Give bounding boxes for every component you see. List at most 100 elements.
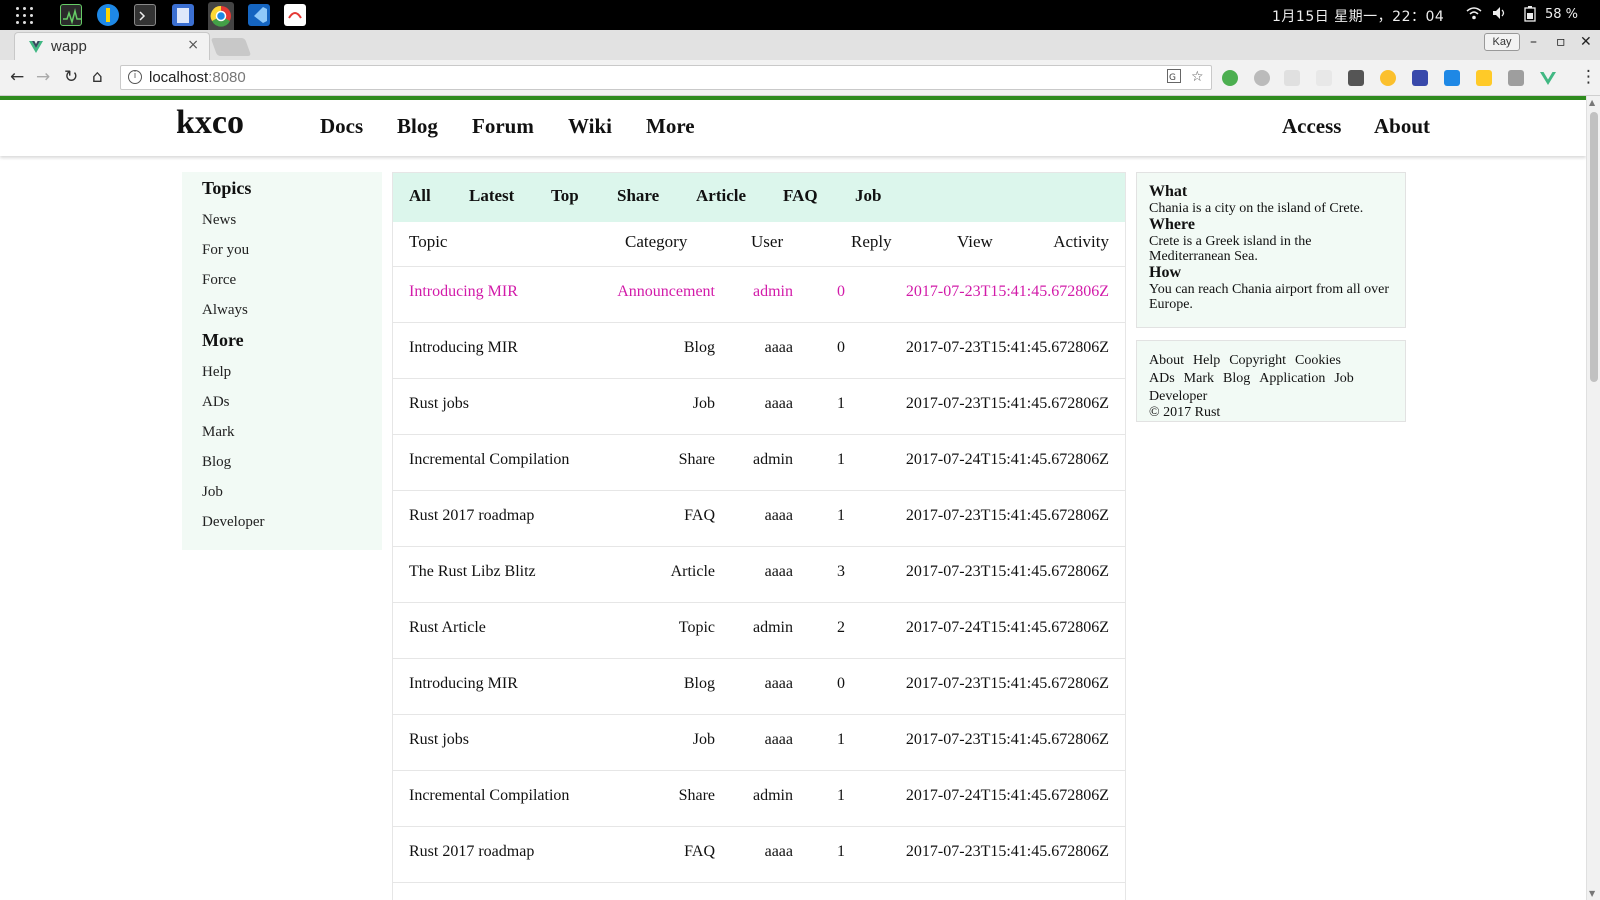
row-user[interactable]: admin bbox=[753, 451, 793, 469]
row-topic[interactable]: Rust jobs bbox=[409, 731, 469, 749]
footer-link-mark[interactable]: Mark bbox=[1184, 371, 1214, 386]
table-row[interactable]: Rust 2017 roadmap FAQ aaaa 1 2017-07-23T… bbox=[393, 826, 1125, 882]
clock[interactable]: 1月15日 星期一，22：04 bbox=[1272, 6, 1444, 26]
extension-icon[interactable] bbox=[1254, 70, 1270, 86]
row-topic[interactable]: Rust Article bbox=[409, 619, 486, 637]
row-category[interactable]: Job bbox=[693, 395, 715, 413]
extension-icon[interactable] bbox=[1284, 70, 1300, 86]
sidebar-item-for-you[interactable]: For you bbox=[202, 242, 249, 259]
chrome-icon[interactable] bbox=[208, 2, 234, 30]
browser-tab[interactable]: wapp × bbox=[14, 32, 210, 60]
info-icon[interactable]: i bbox=[128, 70, 142, 84]
vscode-icon[interactable] bbox=[248, 4, 270, 26]
volume-icon[interactable] bbox=[1492, 6, 1508, 24]
row-category[interactable]: Share bbox=[679, 787, 715, 805]
table-row[interactable]: Rust Article Topic admin 2 2017-07-24T15… bbox=[393, 602, 1125, 658]
nav-wiki[interactable]: Wiki bbox=[568, 114, 612, 139]
row-topic[interactable]: The Rust Libz Blitz bbox=[409, 563, 536, 581]
column-header-topic[interactable]: Topic bbox=[409, 232, 447, 252]
file-manager-icon[interactable] bbox=[172, 4, 194, 26]
tab-close-icon[interactable]: × bbox=[187, 37, 199, 53]
footer-link-help[interactable]: Help bbox=[1193, 353, 1220, 368]
nav-more[interactable]: More bbox=[646, 114, 695, 139]
scroll-thumb[interactable] bbox=[1590, 112, 1598, 382]
table-row[interactable]: The Rust Libz Blitz Article aaaa 3 2017-… bbox=[393, 546, 1125, 602]
row-user[interactable]: aaaa bbox=[765, 843, 793, 861]
nav-docs[interactable]: Docs bbox=[320, 114, 363, 139]
terminal-icon[interactable] bbox=[134, 4, 156, 26]
translate-icon[interactable]: G bbox=[1167, 69, 1181, 87]
footer-link-ads[interactable]: ADs bbox=[1149, 371, 1175, 386]
back-icon[interactable]: ← bbox=[10, 67, 24, 87]
row-user[interactable]: aaaa bbox=[765, 563, 793, 581]
forward-icon[interactable]: → bbox=[36, 67, 50, 87]
sidebar-item-job[interactable]: Job bbox=[202, 484, 223, 501]
row-category[interactable]: Article bbox=[671, 563, 715, 581]
bookmark-star-icon[interactable] bbox=[1476, 70, 1492, 86]
row-topic[interactable]: Rust 2017 roadmap bbox=[409, 507, 534, 525]
battery-icon[interactable] bbox=[1524, 6, 1536, 26]
row-topic[interactable]: Incremental Compilation bbox=[409, 451, 569, 469]
extension-icon[interactable] bbox=[1380, 70, 1396, 86]
nav-about[interactable]: About bbox=[1374, 114, 1430, 139]
sidebar-item-help[interactable]: Help bbox=[202, 364, 231, 381]
filter-share[interactable]: Share bbox=[617, 186, 659, 206]
footer-link-application[interactable]: Application bbox=[1259, 371, 1325, 386]
row-category[interactable]: FAQ bbox=[684, 843, 715, 861]
footer-link-cookies[interactable]: Cookies bbox=[1295, 353, 1341, 368]
extension-icon[interactable] bbox=[1444, 70, 1460, 86]
updater-app-icon[interactable] bbox=[97, 4, 119, 26]
row-category[interactable]: Blog bbox=[684, 675, 715, 693]
page-scrollbar[interactable]: ▲ ▼ bbox=[1586, 96, 1600, 900]
close-window-button[interactable]: ✕ bbox=[1580, 34, 1592, 50]
reload-icon[interactable]: ↻ bbox=[64, 67, 78, 87]
row-category[interactable]: Blog bbox=[684, 339, 715, 357]
row-category[interactable]: FAQ bbox=[684, 507, 715, 525]
profile-button[interactable]: Kay bbox=[1484, 33, 1520, 51]
footer-link-blog[interactable]: Blog bbox=[1223, 371, 1250, 386]
table-row[interactable]: Introducing MIR Announcement admin 0 201… bbox=[393, 266, 1125, 322]
row-user[interactable]: aaaa bbox=[765, 675, 793, 693]
row-user[interactable]: aaaa bbox=[765, 507, 793, 525]
footer-link-job[interactable]: Job bbox=[1334, 371, 1353, 386]
row-category[interactable]: Topic bbox=[679, 619, 715, 637]
footer-link-about[interactable]: About bbox=[1149, 353, 1184, 368]
extension-icon[interactable] bbox=[1508, 70, 1524, 86]
extension-icon[interactable] bbox=[1348, 70, 1364, 86]
site-logo[interactable]: kxco bbox=[176, 104, 244, 142]
column-header-category[interactable]: Category bbox=[625, 232, 687, 252]
address-bar[interactable]: i localhost:8080 G ☆ bbox=[120, 65, 1212, 90]
column-header-activity[interactable]: Activity bbox=[1053, 232, 1109, 252]
row-user[interactable]: admin bbox=[753, 283, 793, 301]
table-row[interactable]: Rust jobs Job aaaa 1 2017-07-23T15:41:45… bbox=[393, 714, 1125, 770]
new-tab-button[interactable] bbox=[210, 38, 252, 56]
filter-latest[interactable]: Latest bbox=[469, 186, 514, 206]
row-topic[interactable]: Introducing MIR bbox=[409, 339, 518, 357]
sidebar-item-news[interactable]: News bbox=[202, 212, 236, 229]
row-topic[interactable]: Introducing MIR bbox=[409, 283, 518, 301]
system-monitor-icon[interactable] bbox=[60, 4, 82, 26]
table-row[interactable]: Rust 2017 roadmap FAQ aaaa 1 2017-07-23T… bbox=[393, 490, 1125, 546]
row-category[interactable]: Job bbox=[693, 731, 715, 749]
maximize-window-button[interactable]: ▫ bbox=[1556, 34, 1566, 50]
filter-top[interactable]: Top bbox=[551, 186, 579, 206]
row-topic[interactable]: Rust jobs bbox=[409, 395, 469, 413]
row-user[interactable]: aaaa bbox=[765, 395, 793, 413]
column-header-reply[interactable]: Reply bbox=[851, 232, 892, 252]
row-topic[interactable]: Incremental Compilation bbox=[409, 787, 569, 805]
row-category[interactable]: Share bbox=[679, 451, 715, 469]
row-topic[interactable]: Introducing MIR bbox=[409, 675, 518, 693]
apps-grid-icon[interactable] bbox=[16, 7, 34, 25]
star-icon[interactable]: ☆ bbox=[1191, 69, 1204, 85]
extension-icon[interactable] bbox=[1412, 70, 1428, 86]
table-row[interactable]: Rust jobs Job aaaa 1 2017-07-23T15:41:45… bbox=[393, 378, 1125, 434]
row-user[interactable]: admin bbox=[753, 787, 793, 805]
extension-icon[interactable] bbox=[1222, 70, 1238, 86]
table-row[interactable] bbox=[393, 882, 1125, 900]
minimize-window-button[interactable]: – bbox=[1530, 34, 1537, 50]
table-row[interactable]: Introducing MIR Blog aaaa 0 2017-07-23T1… bbox=[393, 658, 1125, 714]
row-user[interactable]: aaaa bbox=[765, 731, 793, 749]
filter-article[interactable]: Article bbox=[696, 186, 746, 206]
footer-link-developer[interactable]: Developer bbox=[1149, 389, 1207, 404]
filter-all[interactable]: All bbox=[409, 186, 431, 206]
